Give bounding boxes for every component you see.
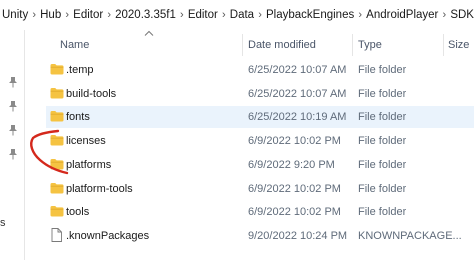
row-date-modified: 6/9/2022 10:02 PM — [248, 206, 341, 219]
folder-icon — [50, 134, 64, 146]
column-header-type[interactable]: Type — [358, 34, 438, 56]
row-type: KNOWNPACKAGE... — [358, 229, 462, 242]
table-row[interactable]: platforms 6/9/2022 9:20 PM File folder — [46, 154, 474, 176]
row-name: fonts — [66, 111, 90, 124]
row-date-modified: 6/25/2022 10:19 AM — [248, 111, 347, 124]
row-name: licenses — [66, 135, 106, 148]
column-divider[interactable] — [443, 34, 444, 56]
row-type: File folder — [358, 206, 407, 219]
row-date-modified: 9/20/2022 10:24 PM — [248, 229, 348, 242]
table-row[interactable]: tools 6/9/2022 10:02 PM File folder — [46, 201, 474, 223]
breadcrumb-item-playbackengines[interactable]: PlaybackEngines — [266, 9, 354, 21]
breadcrumb-separator-icon[interactable]: › — [354, 9, 366, 21]
breadcrumb-separator-icon[interactable]: › — [254, 9, 266, 21]
table-row[interactable]: .knownPackages 9/20/2022 10:24 PM KNOWNPAC… — [46, 225, 474, 247]
table-row[interactable]: licenses 6/9/2022 10:02 PM File folder — [46, 130, 474, 152]
pane-divider — [24, 30, 25, 260]
row-date-modified: 6/9/2022 10:02 PM — [248, 182, 341, 195]
column-divider[interactable] — [242, 34, 243, 56]
breadcrumb-item-sdk[interactable]: SDK — [450, 9, 474, 21]
column-divider[interactable] — [352, 34, 353, 56]
row-name: platform-tools — [66, 182, 133, 195]
pin-icon[interactable] — [8, 100, 18, 112]
nav-item-label[interactable]: s — [0, 217, 6, 229]
breadcrumb-separator-icon[interactable]: › — [438, 9, 450, 21]
breadcrumb-item-hub[interactable]: Hub — [40, 9, 61, 21]
row-date-modified: 6/9/2022 10:02 PM — [248, 135, 341, 148]
row-date-modified: 6/25/2022 10:07 AM — [248, 87, 347, 100]
file-icon — [51, 227, 62, 242]
row-date-modified: 6/9/2022 9:20 PM — [248, 158, 335, 171]
row-name: .knownPackages — [66, 229, 150, 242]
breadcrumb-item-editor-sub[interactable]: Editor — [188, 9, 218, 21]
table-row[interactable]: build-tools 6/25/2022 10:07 AM File folder — [46, 83, 474, 105]
folder-icon — [50, 87, 64, 99]
row-type: File folder — [358, 182, 407, 195]
breadcrumb-separator-icon[interactable]: › — [218, 9, 230, 21]
navigation-pane[interactable]: s — [0, 30, 24, 260]
folder-icon — [50, 110, 64, 122]
breadcrumb-item-editor[interactable]: Editor — [73, 9, 103, 21]
folder-icon — [50, 182, 64, 194]
row-date-modified: 6/25/2022 10:07 AM — [248, 64, 347, 76]
breadcrumb-separator-icon[interactable]: › — [176, 9, 188, 21]
breadcrumb-separator-icon[interactable]: › — [61, 9, 73, 21]
pin-icon[interactable] — [8, 76, 18, 88]
folder-icon — [50, 205, 64, 217]
breadcrumb-item-androidplayer[interactable]: AndroidPlayer — [366, 9, 438, 21]
column-header-date[interactable]: Date modified — [248, 34, 348, 56]
folder-icon — [50, 63, 64, 75]
folder-icon — [50, 158, 64, 170]
table-row[interactable]: fonts 6/25/2022 10:19 AM File folder — [46, 106, 474, 129]
table-row[interactable]: platform-tools 6/9/2022 10:02 PM File fold… — [46, 178, 474, 200]
row-type: File folder — [358, 158, 407, 171]
row-name: tools — [66, 206, 90, 219]
pin-icon[interactable] — [8, 124, 18, 136]
breadcrumb-item-data[interactable]: Data — [230, 9, 254, 21]
row-type: File folder — [358, 111, 407, 124]
breadcrumb: Unity › Hub › Editor › 2020.3.35f1 › Edi… — [0, 0, 474, 30]
table-row[interactable]: .temp 6/25/2022 10:07 AM File folder — [46, 59, 474, 81]
breadcrumb-separator-icon[interactable]: › — [103, 9, 115, 21]
column-header-size[interactable]: Size — [448, 34, 474, 56]
row-name: .temp — [66, 64, 94, 76]
pin-icon[interactable] — [8, 148, 18, 160]
row-type: File folder — [358, 64, 407, 76]
row-name: platforms — [66, 158, 112, 171]
breadcrumb-item-version[interactable]: 2020.3.35f1 — [115, 9, 176, 21]
row-type: File folder — [358, 87, 407, 100]
column-header-name[interactable]: Name — [60, 34, 240, 56]
row-name: build-tools — [66, 87, 117, 100]
breadcrumb-separator-icon[interactable]: › — [28, 9, 40, 21]
row-type: File folder — [358, 135, 407, 148]
breadcrumb-item-unity[interactable]: Unity — [2, 9, 28, 21]
